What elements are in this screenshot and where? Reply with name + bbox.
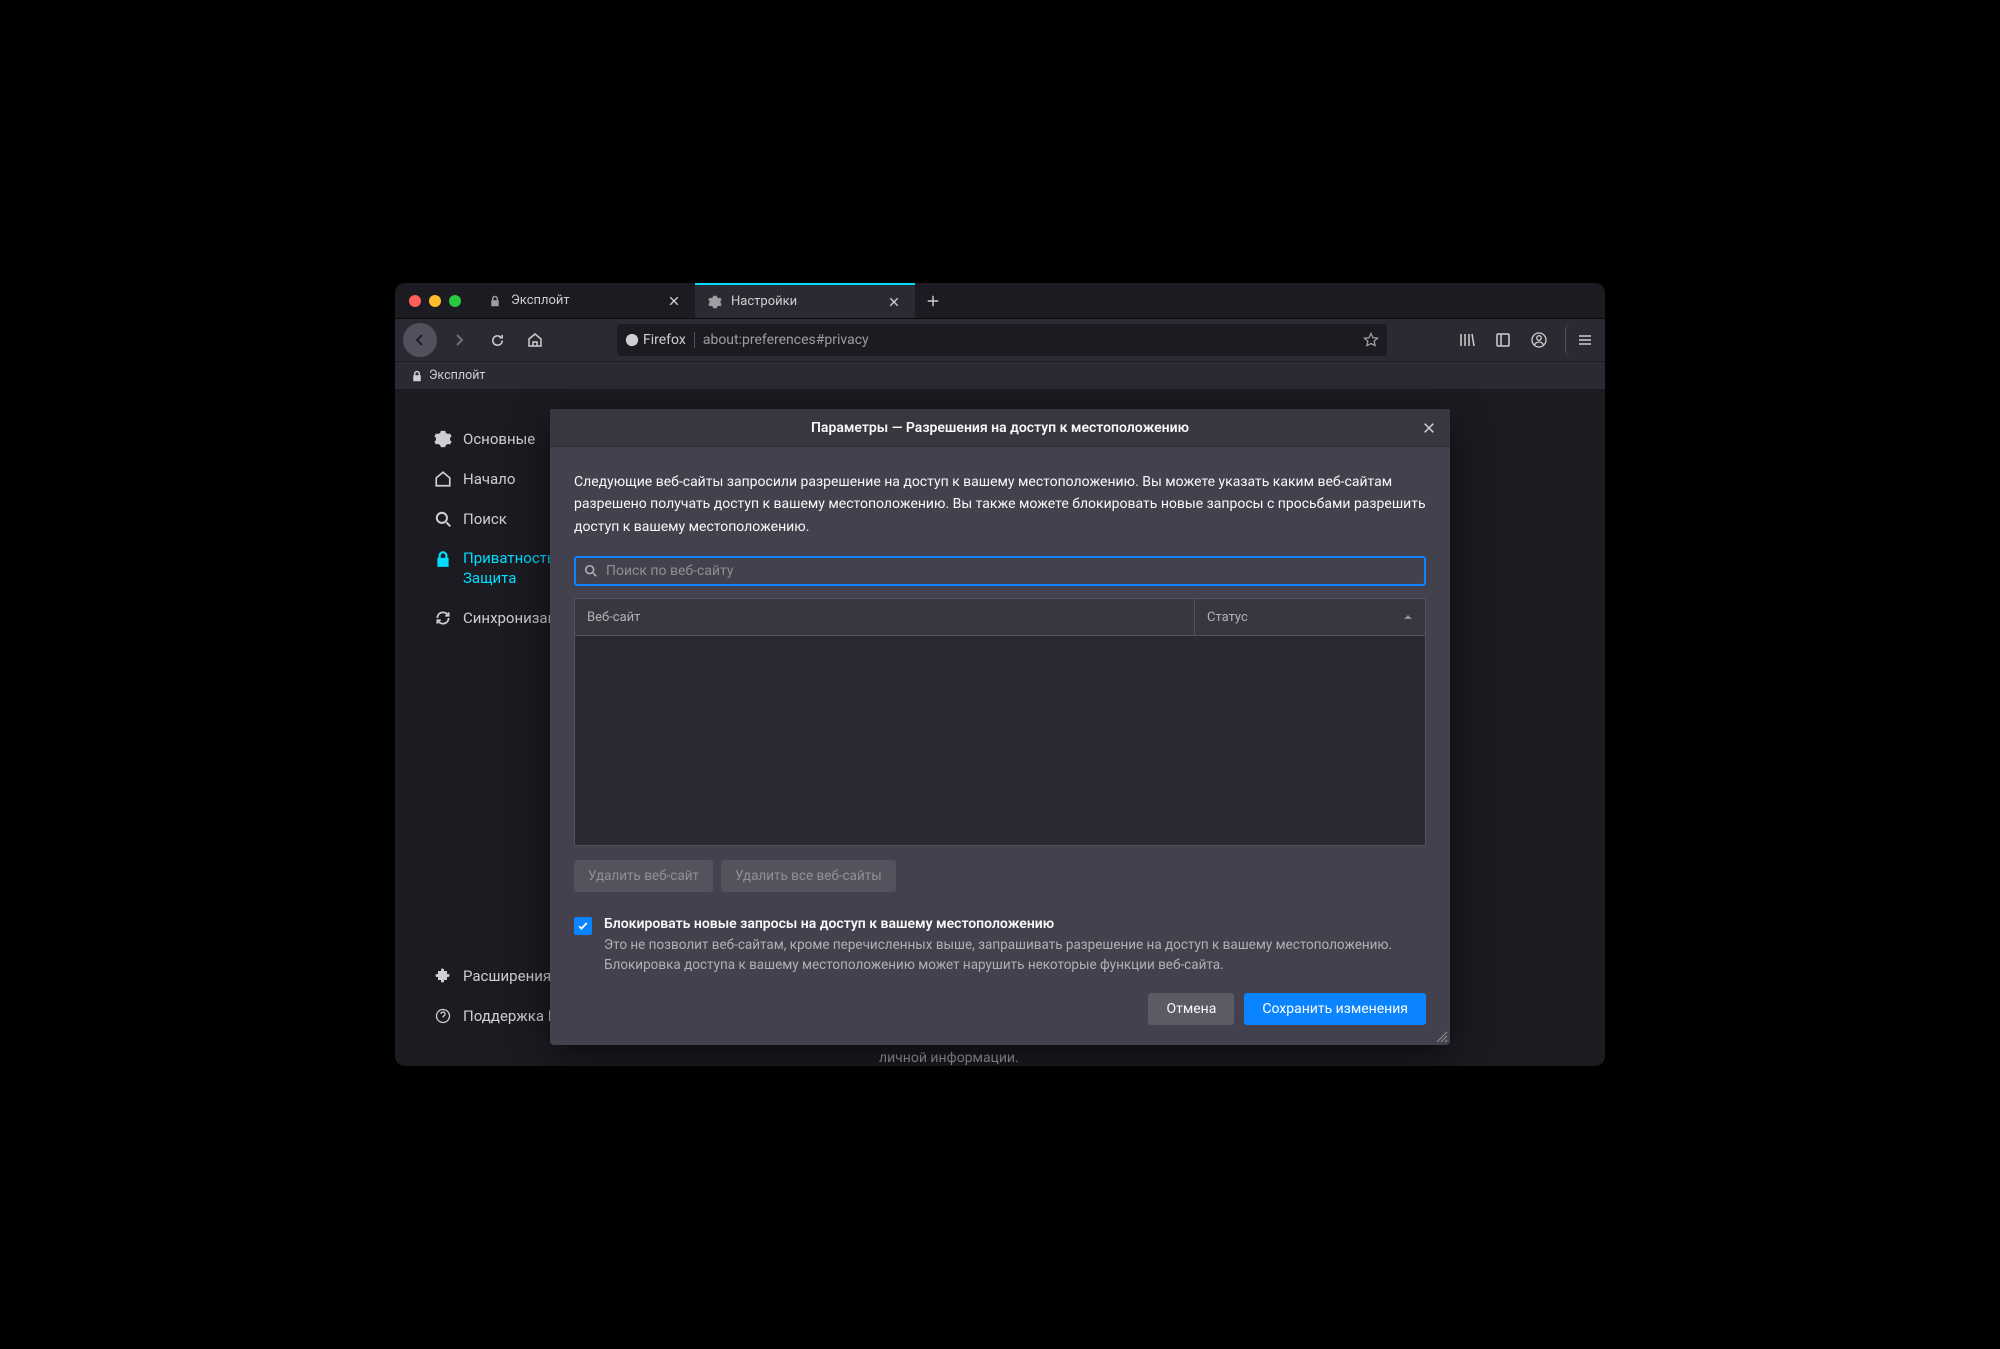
identity-label: Firefox	[643, 332, 686, 348]
account-button[interactable]	[1523, 324, 1555, 356]
close-window-button[interactable]	[409, 295, 421, 307]
url-bar[interactable]: Firefox about:preferences#privacy	[617, 324, 1387, 356]
toolbar-right	[1451, 324, 1597, 356]
tab-label: Эксплойт	[511, 293, 665, 308]
tab-list: Эксплойт Настройки	[475, 283, 1605, 318]
block-new-label: Блокировать новые запросы на доступ к ва…	[604, 916, 1426, 932]
new-tab-button[interactable]	[915, 283, 951, 318]
sort-asc-icon	[1403, 612, 1413, 622]
dialog-footer: Отмена Сохранить изменения	[550, 993, 1450, 1045]
firefox-icon	[625, 333, 639, 347]
column-website[interactable]: Веб-сайт	[575, 599, 1195, 635]
bookmarks-bar: Эксплойт	[395, 361, 1605, 389]
tab-label: Настройки	[731, 294, 885, 309]
dialog-header: Параметры — Разрешения на доступ к место…	[550, 409, 1450, 447]
dialog-close-button[interactable]	[1418, 417, 1440, 439]
close-tab-button[interactable]	[665, 292, 683, 310]
block-new-checkbox[interactable]	[574, 917, 592, 935]
remove-all-sites-button[interactable]: Удалить все веб-сайты	[721, 860, 896, 892]
search-field-wrap[interactable]	[574, 556, 1426, 586]
dialog-title: Параметры — Разрешения на доступ к место…	[811, 420, 1189, 436]
maximize-window-button[interactable]	[449, 295, 461, 307]
location-permissions-dialog: Параметры — Разрешения на доступ к место…	[550, 409, 1450, 1045]
lock-icon	[411, 370, 423, 382]
reload-button[interactable]	[481, 324, 513, 356]
sidebar-toggle-button[interactable]	[1487, 324, 1519, 356]
lock-icon	[487, 293, 503, 309]
tab-exploit[interactable]: Эксплойт	[475, 283, 695, 318]
dialog-overlay: Параметры — Разрешения на доступ к место…	[395, 389, 1605, 1066]
save-button[interactable]: Сохранить изменения	[1244, 993, 1426, 1025]
window-controls	[395, 283, 475, 318]
search-icon	[584, 564, 598, 578]
minimize-window-button[interactable]	[429, 295, 441, 307]
table-actions: Удалить веб-сайт Удалить все веб-сайты	[574, 860, 1426, 892]
bookmark-label: Эксплойт	[429, 368, 485, 383]
tabstrip: Эксплойт Настройки	[395, 283, 1605, 319]
table-header: Веб-сайт Статус	[574, 598, 1426, 636]
tab-settings[interactable]: Настройки	[695, 283, 915, 318]
url-text: about:preferences#privacy	[703, 332, 869, 348]
browser-window: Эксплойт Настройки	[395, 283, 1605, 1066]
home-button[interactable]	[519, 324, 551, 356]
dialog-body: Следующие веб-сайты запросили разрешение…	[550, 447, 1450, 993]
column-status[interactable]: Статус	[1195, 599, 1425, 635]
menu-button[interactable]	[1565, 324, 1597, 356]
close-tab-button[interactable]	[885, 293, 903, 311]
permissions-table[interactable]	[574, 636, 1426, 846]
bookmark-item[interactable]: Эксплойт	[405, 365, 491, 386]
gear-icon	[707, 294, 723, 310]
block-new-row: Блокировать новые запросы на доступ к ва…	[574, 916, 1426, 975]
search-input[interactable]	[606, 563, 1416, 579]
library-button[interactable]	[1451, 324, 1483, 356]
forward-button[interactable]	[443, 324, 475, 356]
remove-site-button[interactable]: Удалить веб-сайт	[574, 860, 713, 892]
block-new-text: Блокировать новые запросы на доступ к ва…	[604, 916, 1426, 975]
bookmark-star-button[interactable]	[1363, 332, 1379, 348]
resize-handle[interactable]	[1434, 1029, 1448, 1043]
cancel-button[interactable]: Отмена	[1148, 993, 1234, 1025]
identity-box[interactable]: Firefox	[625, 332, 695, 348]
dialog-description: Следующие веб-сайты запросили разрешение…	[574, 471, 1426, 538]
back-button[interactable]	[403, 323, 437, 357]
block-new-description: Это не позволит веб-сайтам, кроме перечи…	[604, 936, 1426, 975]
nav-toolbar: Firefox about:preferences#privacy	[395, 319, 1605, 361]
